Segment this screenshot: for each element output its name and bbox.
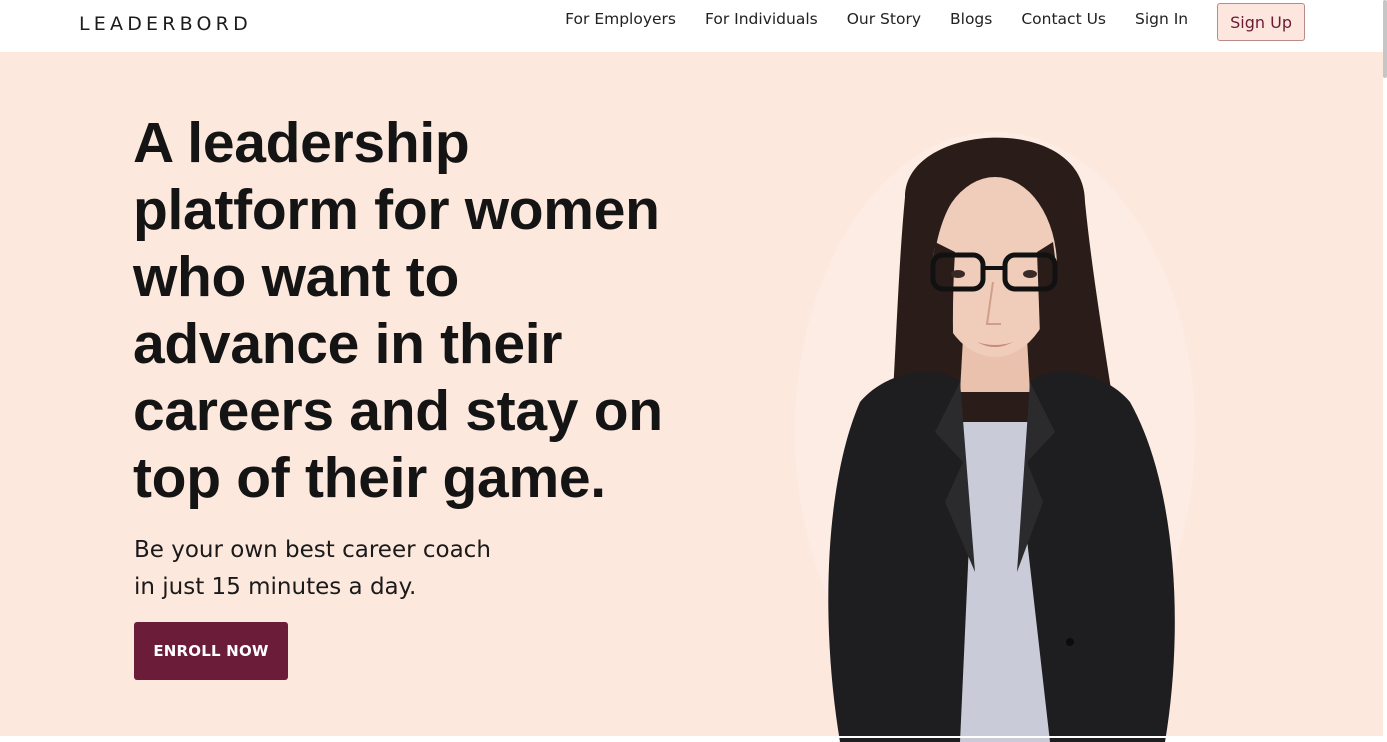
scrollbar-thumb[interactable] (1383, 0, 1387, 78)
hero-section: A leadership platform for women who want… (0, 52, 1383, 742)
enroll-now-button[interactable]: ENROLL NOW (134, 622, 288, 680)
brand-logo[interactable]: LEADERBORD (79, 13, 252, 35)
top-navbar: LEADERBORD For Employers For Individuals… (0, 0, 1387, 52)
hero-subtext-line-2: in just 15 minutes a day. (134, 574, 417, 600)
page-scrollbar[interactable] (1383, 0, 1387, 738)
hero-headline: A leadership platform for women who want… (133, 111, 663, 510)
nav-link-our-story[interactable]: Our Story (847, 10, 921, 28)
nav-link-for-employers[interactable]: For Employers (565, 10, 676, 28)
hero-subtext-line-1: Be your own best career coach (134, 537, 491, 563)
nav-link-for-individuals[interactable]: For Individuals (705, 10, 818, 28)
nav-link-contact-us[interactable]: Contact Us (1021, 10, 1106, 28)
hero-subtext: Be your own best career coach in just 15… (134, 532, 554, 606)
main-nav: For Employers For Individuals Our Story … (565, 0, 1305, 52)
sign-up-button[interactable]: Sign Up (1217, 3, 1305, 41)
hero-portrait-image (795, 132, 1195, 742)
nav-link-blogs[interactable]: Blogs (950, 10, 992, 28)
nav-link-sign-in[interactable]: Sign In (1135, 10, 1188, 28)
